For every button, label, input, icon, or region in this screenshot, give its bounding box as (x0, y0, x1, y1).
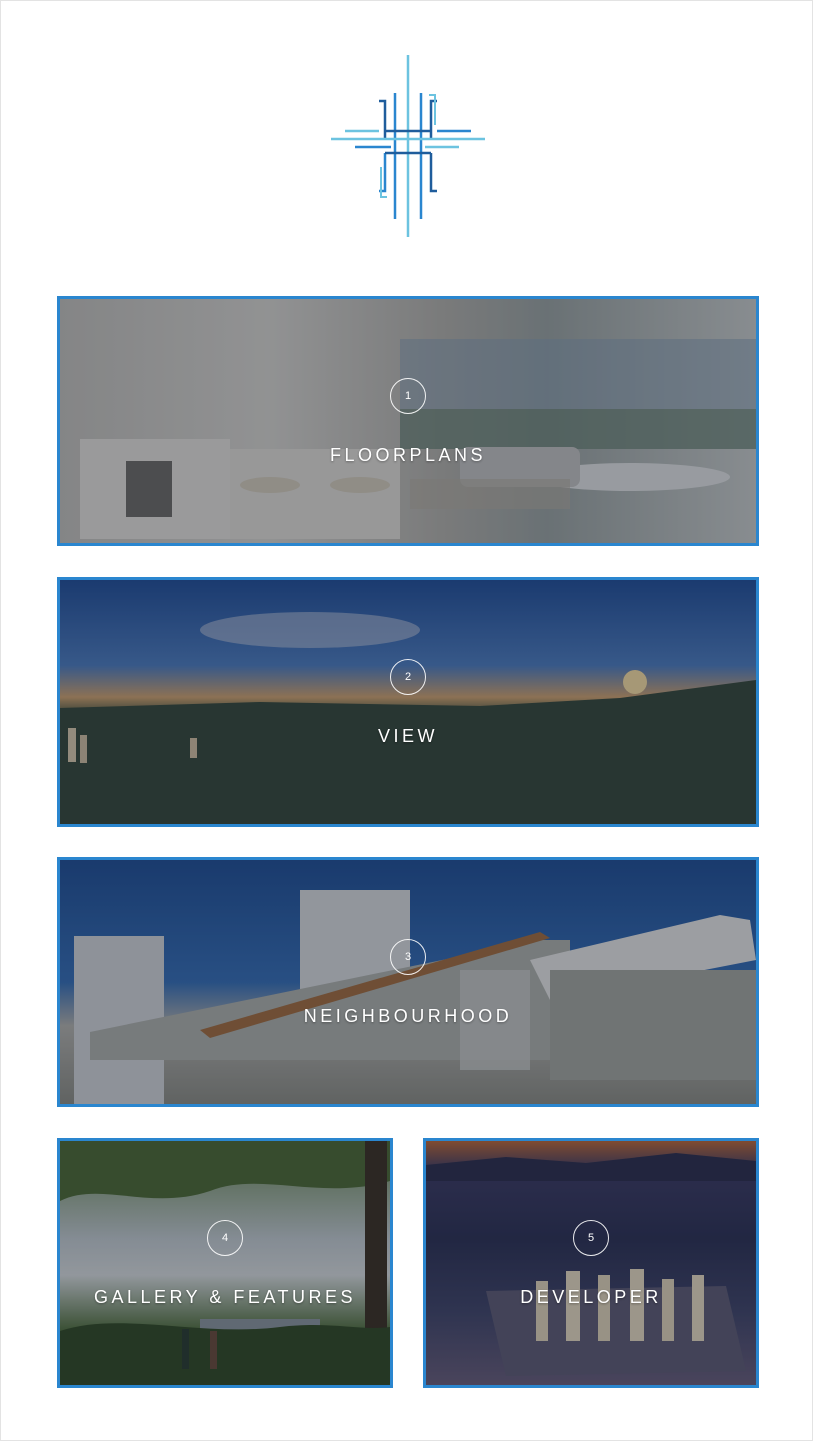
tile-overlay (60, 1141, 390, 1385)
tile-label: DEVELOPER (520, 1287, 662, 1307)
view-tile[interactable]: 2 VIEW (57, 577, 759, 827)
tile-label: FLOORPLANS (329, 445, 487, 465)
tile-label: GALLERY & FEATURES (93, 1287, 357, 1307)
neighbourhood-tile[interactable]: 3 NEIGHBOURHOOD (57, 857, 759, 1107)
tile-label: VIEW (377, 726, 438, 746)
tile-overlay (60, 580, 756, 824)
tile-overlay (60, 860, 756, 1104)
tile-label: NEIGHBOURHOOD (303, 1006, 513, 1026)
tile-number-badge: 2 (390, 659, 426, 695)
gallery-features-tile[interactable]: 4 GALLERY & FEATURES (57, 1138, 393, 1388)
tile-overlay (426, 1141, 756, 1385)
h-monogram-logo (331, 55, 485, 237)
tile-number-badge: 1 (390, 378, 426, 414)
tile-overlay (60, 299, 756, 543)
tile-number-badge: 4 (207, 1220, 243, 1256)
developer-tile[interactable]: 5 DEVELOPER (423, 1138, 759, 1388)
tile-number-badge: 5 (573, 1220, 609, 1256)
page: 1 FLOORPLANS 2 VIEW 3 NEIGHBOURHOOD 4 GA… (0, 0, 813, 1441)
tile-number-badge: 3 (390, 939, 426, 975)
floorplans-tile[interactable]: 1 FLOORPLANS (57, 296, 759, 546)
